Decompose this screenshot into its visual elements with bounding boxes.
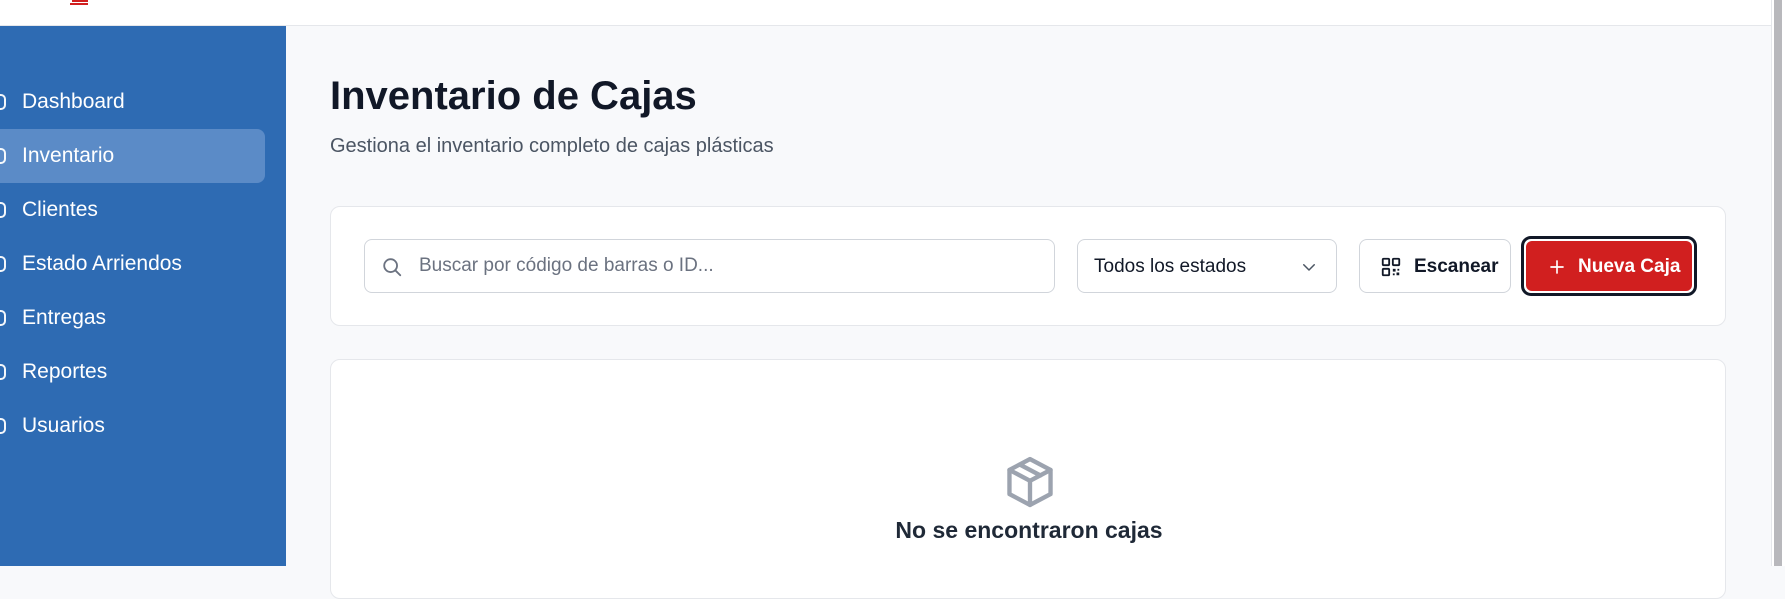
sidebar-item-label: Clientes <box>22 198 98 221</box>
clipboard-icon <box>0 256 6 272</box>
chart-icon <box>0 364 6 380</box>
sidebar-item-clientes[interactable]: Clientes <box>0 183 265 237</box>
sidebar-item-label: Dashboard <box>22 90 125 113</box>
sidebar-item-reportes[interactable]: Reportes <box>0 345 265 399</box>
scan-button-label: Escanear <box>1414 256 1499 277</box>
empty-state-card: No se encontraron cajas <box>330 359 1726 599</box>
page-title: Inventario de Cajas <box>330 74 697 118</box>
scrollbar-thumb[interactable] <box>1774 0 1782 566</box>
users-icon <box>0 202 6 218</box>
sidebar-item-label: Entregas <box>22 306 107 329</box>
settings-icon <box>0 418 6 434</box>
dashboard-icon <box>0 94 6 110</box>
new-box-button[interactable]: Nueva Caja <box>1521 236 1697 296</box>
sidebar: Dashboard Inventario Clientes Estado Arr… <box>0 26 286 566</box>
page-subtitle: Gestiona el inventario completo de cajas… <box>330 135 774 157</box>
top-bar <box>0 0 1771 26</box>
sidebar-item-dashboard[interactable]: Dashboard <box>0 75 265 129</box>
sidebar-item-label: Usuarios <box>22 414 105 437</box>
scan-button[interactable]: Escanear <box>1359 239 1511 293</box>
truck-icon <box>0 310 6 326</box>
plus-icon <box>1550 260 1564 274</box>
scrollbar[interactable] <box>1771 0 1785 566</box>
new-box-button-label: Nueva Caja <box>1578 256 1681 277</box>
search-icon <box>383 258 402 277</box>
main-content: Inventario de Cajas Gestiona el inventar… <box>286 26 1771 599</box>
sidebar-item-entregas[interactable]: Entregas <box>0 291 265 345</box>
sidebar-item-label: Estado Arriendos <box>22 252 182 275</box>
filter-toolbar: Todos los estados Escanear <box>330 206 1726 326</box>
logo-icon <box>70 0 88 5</box>
status-filter-value: Todos los estados <box>1094 256 1247 277</box>
status-filter-select[interactable]: Todos los estados <box>1077 239 1337 293</box>
box-icon <box>0 148 6 164</box>
sidebar-item-label: Inventario <box>22 144 115 167</box>
sidebar-item-estado-arriendos[interactable]: Estado Arriendos <box>0 237 265 291</box>
chevron-down-icon <box>1303 264 1315 271</box>
qr-code-icon <box>1381 257 1401 277</box>
sidebar-item-inventario[interactable]: Inventario <box>0 129 265 183</box>
search-box[interactable] <box>364 239 1055 293</box>
empty-state-message: No se encontraron cajas <box>895 517 1163 543</box>
search-input[interactable] <box>419 240 1039 292</box>
package-icon <box>1007 456 1053 508</box>
sidebar-item-label: Reportes <box>22 360 108 383</box>
sidebar-item-usuarios[interactable]: Usuarios <box>0 399 265 453</box>
